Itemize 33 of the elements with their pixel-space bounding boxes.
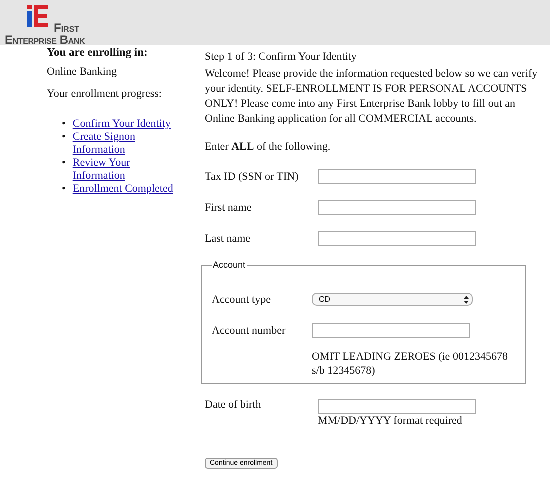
step-link[interactable]: Review Your Information <box>72 157 179 183</box>
input-field[interactable] <box>318 231 476 246</box>
step-title: Step 1 of 3: Confirm Your Identity <box>205 51 358 63</box>
step-link[interactable]: Create Signon Information <box>72 131 179 157</box>
step-link[interactable]: Enrollment Completed <box>72 183 179 196</box>
logo-icon <box>27 5 51 27</box>
input-field[interactable] <box>318 200 476 215</box>
bullet-mark: • <box>62 131 66 145</box>
progress-label: Your enrollment progress: <box>47 88 163 100</box>
fieldset-legend: Account <box>212 260 247 270</box>
bullet-mark: • <box>62 157 66 171</box>
hint-text: MM/DD/YYYY format required <box>318 414 464 428</box>
account-type-select[interactable]: CD <box>312 293 473 306</box>
field-label: Tax ID (SSN or TIN) <box>205 170 300 182</box>
instruction-text: Enter ALL of the following. <box>205 141 332 153</box>
sidebar-heading: You are enrolling in: <box>47 47 149 59</box>
bullet-mark: • <box>62 183 66 196</box>
field-label: Account type <box>212 294 272 306</box>
intro-text: Welcome! Please provide the information requested below so we can verify your identity. SELF-ENROLLMENT IS FOR PERSONAL ACCOUNTS ONLY! Please come into any First Enterprise Bank lobby to fill out an Online Banking application for all COMMERCIAL accounts. <box>205 67 539 127</box>
field-label: Last name <box>205 232 252 244</box>
field-label: Account number <box>212 324 287 336</box>
step-link[interactable]: Confirm Your Identity <box>72 118 179 131</box>
product-name: Online Banking <box>47 66 118 78</box>
logo-text: Enterprise Bank <box>5 34 86 46</box>
field-label: Date of birth <box>205 399 262 411</box>
input-field[interactable] <box>312 323 470 338</box>
bullet-mark: • <box>62 118 66 131</box>
input-field[interactable] <box>318 399 476 414</box>
hint-text: OMIT LEADING ZEROES (ie 0012345678 s/b 12345678) <box>312 350 509 378</box>
stepper-icon <box>464 296 469 304</box>
logo-text: First <box>54 22 81 34</box>
input-field[interactable] <box>318 169 476 184</box>
field-label: First name <box>205 202 253 214</box>
